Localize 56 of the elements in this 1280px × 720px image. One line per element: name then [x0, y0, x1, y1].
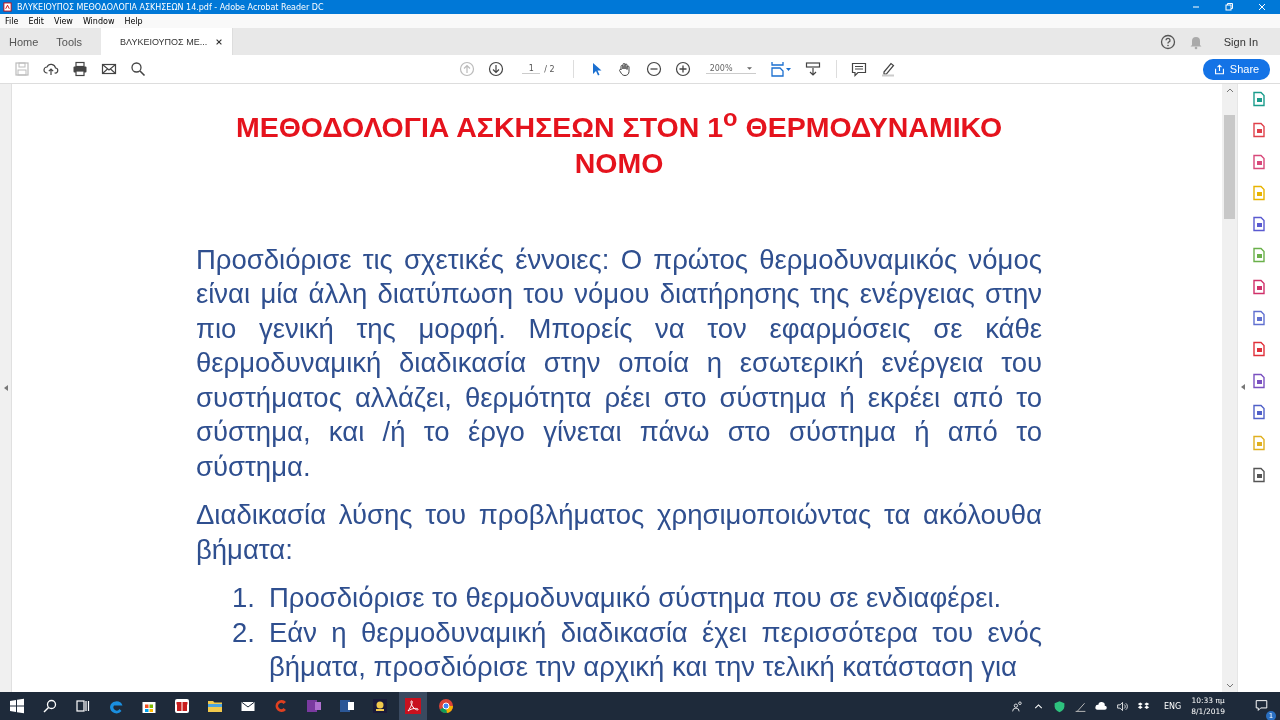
tab[interactable]: ΒΛΥΚΕΙΟΥΠΟΣ ΜΕ... [101, 28, 234, 55]
cloud-upload-icon[interactable] [42, 61, 59, 77]
document-title: ΜΕΘΟΔΟΛΟΓΙΑ ΑΣΚΗΣΕΩΝ ΣΤΟΝ 1$^{ο}$ ΘΕΡΜΟΔΥΝΑΜΙΚΟ ΝΟΜΟ [234, 103, 1004, 181]
people-icon[interactable] [1011, 699, 1025, 713]
notification-icon[interactable] [1255, 698, 1268, 712]
speaker-icon[interactable] [1116, 699, 1130, 713]
paragraph: Προσδιόρισε τις σχετικές έννοιες: Ο πρώτος θερμοδυναμικός νόμος είναι μία άλλη διατύπωση του νόμου διατήρησης της ενέργειας στην πιο γενική της μορφή. Μπορείς να τον εφαρμόσεις σε κάθε θερμοδυναμική διαδικασία στην οποία η εσωτερική ενέργεια του συστήματος αλλάζει, θερμότητα ρέει στο σύστημα ή εκρέει από το σύστημα, και /ή το έργο γίνεται πάνω στο σύστημα ή από το σύστημα. [196, 242, 1042, 484]
mail-icon[interactable] [100, 61, 117, 77]
close-icon[interactable] [215, 37, 224, 46]
page-number-field[interactable]: 1 [522, 64, 541, 74]
windows-start-icon[interactable] [9, 698, 25, 714]
list-item-text: Προσδιόρισε το θερμοδυναμικό σύστημα που σε ενδιαφέρει. [269, 581, 1003, 615]
page-total: / 2 [544, 64, 555, 74]
window-title: ΒΛΥΚΕΙΟΥΠΟΣ ΜΕΘΟΔΟΛΟΓΙΑ ΑΣΚΗΣΕΩΝ 14.pdf - Adobe Acrobat Reader DC [17, 2, 324, 12]
zoom-dropdown[interactable]: 200% [705, 64, 756, 74]
shield-icon[interactable] [1053, 699, 1067, 713]
menu-item[interactable]: Edit [28, 16, 44, 26]
pdf-file-icon[interactable] [1251, 341, 1267, 358]
app-icon[interactable] [372, 698, 388, 714]
collapse-arrow-icon[interactable] [1241, 384, 1245, 390]
menu-item[interactable]: Window [82, 16, 115, 26]
scroll-down-icon[interactable] [1225, 683, 1234, 688]
fit-page-icon[interactable] [770, 61, 793, 77]
folder-icon[interactable] [207, 698, 223, 714]
search-icon[interactable] [42, 698, 58, 714]
task-view-icon[interactable] [75, 698, 91, 714]
list-item-text: Εάν η θερμοδυναμική διαδικασία έχει περισσότερα του ενός βήματα, προσδιόρισε την αρχική και την τελική κατάσταση για [269, 615, 1042, 684]
scroll-up-icon[interactable] [1225, 88, 1234, 93]
gift-icon[interactable] [174, 698, 190, 714]
sign-in-link[interactable]: Sign In [1223, 35, 1258, 48]
expand-arrow-icon[interactable] [4, 385, 8, 391]
share-icon [1213, 63, 1225, 75]
restore-icon[interactable] [1224, 2, 1234, 12]
zoom-in-icon[interactable] [675, 61, 692, 77]
menu-item[interactable]: File [5, 16, 19, 26]
pdf-file-icon [3, 2, 12, 12]
help-icon[interactable] [1159, 33, 1176, 50]
caret-icon [746, 67, 752, 70]
cloud-icon[interactable] [1095, 699, 1109, 713]
scrollbar[interactable] [1222, 84, 1237, 692]
language-indicator[interactable]: ENG [1164, 701, 1182, 711]
tab[interactable]: Tools [47, 28, 92, 55]
tab[interactable]: Home [0, 28, 48, 55]
list-number: 2. [232, 615, 256, 650]
paragraph: Διαδικασία λύσης του προβλήματος χρησιμοποιώντας τα ακόλουθα βήματα: [196, 498, 1042, 567]
highlighter-icon[interactable] [880, 61, 897, 77]
list-number: 1. [232, 581, 256, 615]
scroll-mode-icon[interactable] [805, 61, 822, 77]
search-icon[interactable] [129, 61, 146, 77]
print-icon[interactable] [71, 61, 88, 77]
menu-item[interactable]: View [53, 16, 73, 26]
share-button[interactable]: Share [1203, 58, 1270, 80]
next-page-icon[interactable] [487, 61, 504, 77]
scrollbar-thumb[interactable] [1224, 115, 1235, 219]
menu-item[interactable]: Help [124, 16, 143, 26]
zoom-out-icon[interactable] [646, 61, 663, 77]
